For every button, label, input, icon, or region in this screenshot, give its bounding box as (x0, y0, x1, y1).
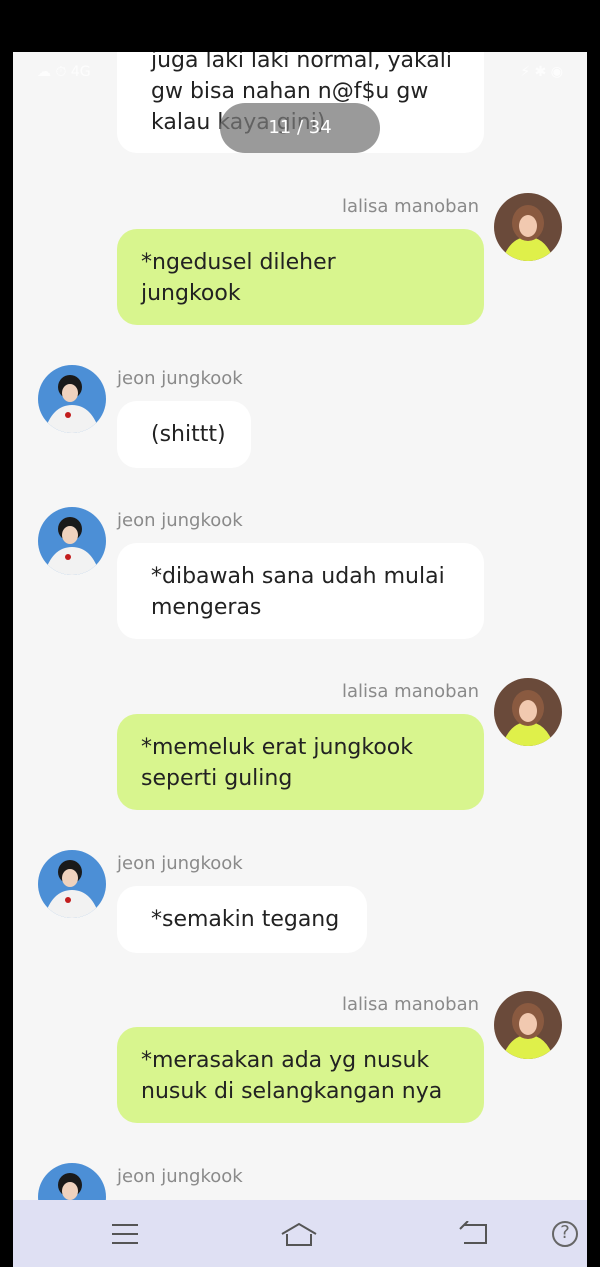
status-bar-left: ☁ ⏱ 4G (37, 64, 91, 80)
avatar-jungkook[interactable] (38, 365, 106, 433)
message-bubble: *merasakan ada yg nusuk nusuk di selangk… (117, 1027, 484, 1123)
menu-icon[interactable] (105, 1214, 145, 1254)
page-indicator: 11 / 34 (220, 103, 380, 153)
chat-screen: ☁ ⏱ 4G ⚡ ✱ ◉ juga laki laki normal, yaka… (13, 52, 587, 1267)
home-icon[interactable] (279, 1214, 319, 1254)
sender-name: lalisa manoban (342, 196, 480, 217)
sender-name: jeon jungkook (117, 853, 243, 874)
message-bubble: *semakin tegang (117, 886, 367, 953)
message-bubble: *dibawah sana udah mulai mengeras (117, 543, 484, 639)
avatar-lalisa[interactable] (494, 678, 562, 746)
message-text: (shittt) (151, 422, 226, 447)
message-text: *ngedusel dileher jungkook (141, 250, 336, 306)
sender-name: jeon jungkook (117, 368, 243, 389)
sender-name: jeon jungkook (117, 510, 243, 531)
status-bar-right: ⚡ ✱ ◉ (520, 64, 563, 80)
navigation-bar: ? (13, 1200, 587, 1267)
sender-name: lalisa manoban (342, 994, 480, 1015)
back-icon[interactable] (454, 1214, 494, 1254)
avatar-jungkook[interactable] (38, 850, 106, 918)
message-text: *semakin tegang (151, 907, 340, 932)
avatar-lalisa[interactable] (494, 193, 562, 261)
avatar-jungkook[interactable] (38, 507, 106, 575)
message-text: *dibawah sana udah mulai mengeras (151, 564, 445, 620)
message-text: *merasakan ada yg nusuk nusuk di selangk… (141, 1048, 443, 1104)
sender-name: jeon jungkook (117, 1166, 243, 1187)
avatar-lalisa[interactable] (494, 991, 562, 1059)
message-bubble: (shittt) (117, 401, 251, 468)
help-icon[interactable]: ? (549, 1214, 581, 1254)
message-bubble: *memeluk erat jungkook seperti guling (117, 714, 484, 810)
help-label: ? (560, 1222, 570, 1243)
message-text: *memeluk erat jungkook seperti guling (141, 735, 413, 791)
sender-name: lalisa manoban (342, 681, 480, 702)
message-bubble: *ngedusel dileher jungkook (117, 229, 484, 325)
